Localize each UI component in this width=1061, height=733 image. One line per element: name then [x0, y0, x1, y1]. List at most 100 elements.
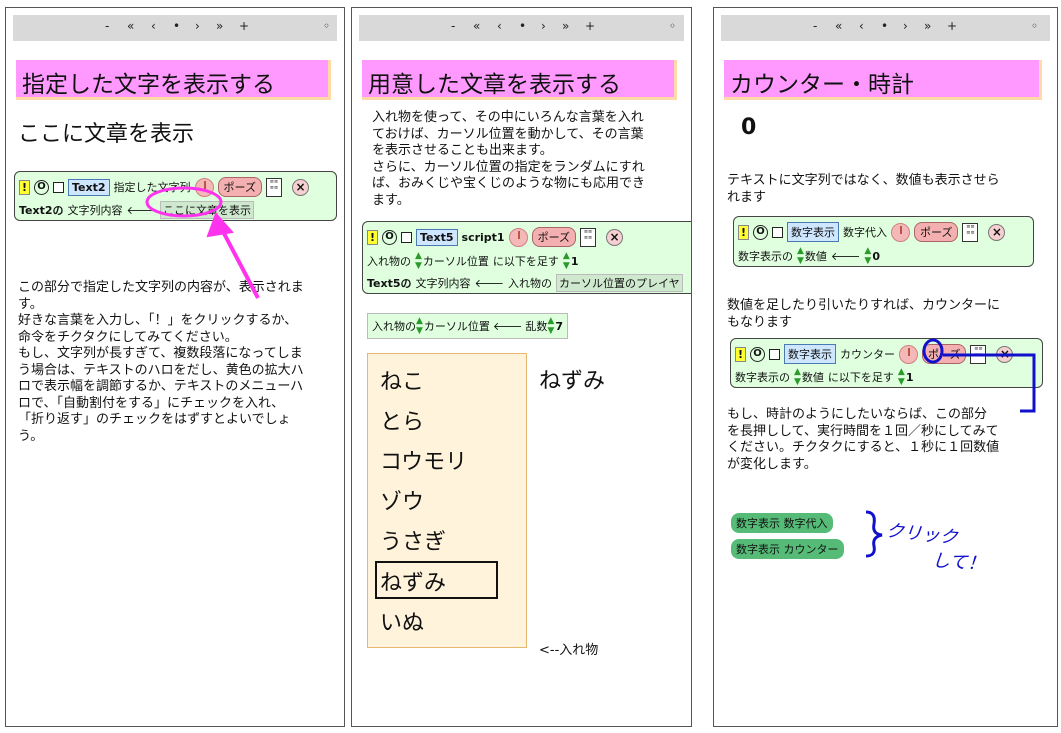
plus-button[interactable]: +: [239, 19, 249, 33]
next-page-button[interactable]: ›: [541, 19, 546, 33]
script-menu-icon[interactable]: ≡≡ ≡≡: [970, 344, 987, 364]
last-page-button[interactable]: »: [216, 19, 223, 33]
last-page-button[interactable]: »: [562, 19, 569, 33]
stop-toggle-icon[interactable]: O: [382, 229, 397, 245]
up-down-arrows-icon[interactable]: ▲ ▼: [416, 316, 423, 336]
number-value[interactable]: 1: [571, 255, 579, 268]
minus-button[interactable]: -: [105, 19, 109, 33]
number-value[interactable]: 1: [906, 371, 914, 384]
nav-menu-icon[interactable]: ◦: [323, 19, 330, 33]
random-cursor-tile[interactable]: 入れ物の ▲ ▼ カーソル位置 🡐 乱数 ▲ ▼ 7: [367, 313, 568, 339]
up-down-arrows-icon[interactable]: ▲ ▼: [563, 251, 570, 271]
script-owner-name[interactable]: Text2: [68, 178, 110, 196]
expand-checkbox[interactable]: [772, 226, 783, 238]
assign-number-button[interactable]: 数字表示 数字代入: [731, 513, 833, 533]
expand-checkbox[interactable]: [401, 231, 412, 243]
prev-page-button[interactable]: ‹: [497, 19, 502, 33]
script-menu-icon[interactable]: ≡≡ ≡≡: [962, 222, 979, 242]
script-tile-assign[interactable]: ! O 数字表示 数字代入 ポーズ ≡≡ ≡≡ × 数字表示の ▲ ▼ 数値 🡐 ▲…: [733, 216, 1034, 267]
list-item[interactable]: コウモリ: [380, 444, 467, 476]
script-name[interactable]: カウンター: [840, 346, 895, 362]
number-value[interactable]: 0: [872, 250, 880, 263]
close-icon[interactable]: ×: [606, 228, 624, 246]
list-item[interactable]: ゾウ: [380, 484, 424, 516]
script-name[interactable]: 指定した文字列: [114, 179, 191, 195]
script-owner-name[interactable]: Text5: [416, 228, 458, 246]
script-menu-icon[interactable]: ≡≡ ≡≡: [265, 177, 282, 197]
property-label[interactable]: 文字列内容: [68, 202, 123, 218]
dot-button[interactable]: •: [519, 19, 526, 33]
last-page-button[interactable]: »: [924, 19, 931, 33]
list-item[interactable]: うさぎ: [380, 524, 446, 556]
first-page-button[interactable]: «: [473, 19, 480, 33]
first-page-button[interactable]: «: [835, 19, 842, 33]
pause-button[interactable]: ポーズ: [922, 344, 967, 364]
list-item[interactable]: いぬ: [380, 605, 424, 637]
up-down-arrows-icon[interactable]: ▲ ▼: [797, 246, 804, 266]
minus-button[interactable]: -: [451, 19, 455, 33]
up-down-arrows-icon[interactable]: ▲ ▼: [547, 316, 554, 336]
counter-button[interactable]: 数字表示 カウンター: [731, 539, 844, 559]
clock-icon[interactable]: [194, 177, 214, 197]
clock-icon[interactable]: [508, 227, 528, 247]
pause-button[interactable]: ポーズ: [531, 227, 577, 247]
display-text[interactable]: ここに文章を表示: [18, 116, 194, 148]
script-owner-name[interactable]: 数字表示: [784, 344, 836, 364]
stop-toggle-icon[interactable]: O: [34, 179, 49, 195]
run-once-button[interactable]: !: [738, 224, 749, 240]
string-value-field[interactable]: ここに文章を表示: [160, 201, 255, 219]
prev-page-button[interactable]: ‹: [859, 19, 864, 33]
counter-display[interactable]: 0: [741, 115, 756, 140]
dot-button[interactable]: •: [173, 19, 180, 33]
plus-button[interactable]: +: [947, 19, 957, 33]
minus-button[interactable]: -: [813, 19, 817, 33]
up-down-arrows-icon[interactable]: ▲ ▼: [794, 367, 801, 387]
plus-button[interactable]: +: [585, 19, 595, 33]
script-owner-name[interactable]: 数字表示: [787, 222, 839, 242]
clock-icon[interactable]: [899, 344, 918, 364]
expand-checkbox[interactable]: [53, 181, 64, 193]
first-page-button[interactable]: «: [127, 19, 134, 33]
stop-toggle-icon[interactable]: O: [750, 346, 765, 362]
nav-menu-icon[interactable]: ◦: [669, 19, 676, 33]
nav-menu-icon[interactable]: ◦: [1031, 19, 1038, 33]
list-item[interactable]: とら: [380, 404, 424, 436]
property-label[interactable]: 数値: [802, 369, 824, 385]
dot-button[interactable]: •: [881, 19, 888, 33]
assign-arrow-icon: 🡐: [474, 277, 505, 290]
next-page-button[interactable]: ›: [195, 19, 200, 33]
list-item[interactable]: ねこ: [380, 364, 424, 396]
number-value[interactable]: 7: [555, 320, 563, 333]
run-once-button[interactable]: !: [367, 229, 378, 245]
pause-button[interactable]: ポーズ: [914, 222, 959, 242]
holder-container[interactable]: ねこ とら コウモリ ゾウ うさぎ ねずみ いぬ: [367, 353, 527, 648]
stop-toggle-icon[interactable]: O: [753, 224, 768, 240]
close-icon[interactable]: ×: [988, 223, 1006, 241]
script-tile-counter[interactable]: ! O 数字表示 カウンター ポーズ ≡≡ ≡≡ × 数字表示の ▲ ▼ 数値 に以…: [730, 338, 1043, 388]
clock-icon[interactable]: [891, 222, 910, 242]
close-icon[interactable]: ×: [291, 178, 309, 196]
up-down-arrows-icon[interactable]: ▲ ▼: [898, 367, 905, 387]
up-down-arrows-icon[interactable]: ▲ ▼: [864, 246, 871, 266]
script-tile-text5[interactable]: ! O Text5 script1 ポーズ ≡≡ ≡≡ × 入れ物の ▲ ▼ カーソ…: [362, 221, 691, 294]
script-name[interactable]: script1: [462, 231, 505, 244]
close-icon[interactable]: ×: [996, 345, 1014, 363]
next-page-button[interactable]: ›: [903, 19, 908, 33]
prev-page-button[interactable]: ‹: [151, 19, 156, 33]
assign-arrow-icon: 🡐: [492, 320, 523, 333]
property-label[interactable]: カーソル位置のプレイヤ: [556, 274, 683, 292]
display-text[interactable]: ねずみ: [539, 363, 605, 395]
property-label[interactable]: カーソル位置: [423, 253, 489, 269]
script-name[interactable]: 数字代入: [843, 224, 887, 240]
property-label[interactable]: 文字列内容: [416, 275, 471, 291]
up-down-arrows-icon[interactable]: ▲ ▼: [415, 251, 422, 271]
page-nav-bar: - « ‹ • › » + ◦: [721, 15, 1050, 41]
property-label[interactable]: カーソル位置: [424, 318, 490, 334]
pause-button[interactable]: ポーズ: [217, 177, 262, 197]
property-label[interactable]: 数値: [805, 248, 827, 264]
run-once-button[interactable]: !: [735, 346, 746, 362]
script-tile-text2[interactable]: ! O Text2 指定した文字列 ポーズ ≡≡ ≡≡ × Text2の 文字列内…: [14, 171, 337, 221]
run-once-button[interactable]: !: [19, 179, 30, 195]
script-menu-icon[interactable]: ≡≡ ≡≡: [580, 227, 597, 247]
expand-checkbox[interactable]: [769, 348, 780, 360]
